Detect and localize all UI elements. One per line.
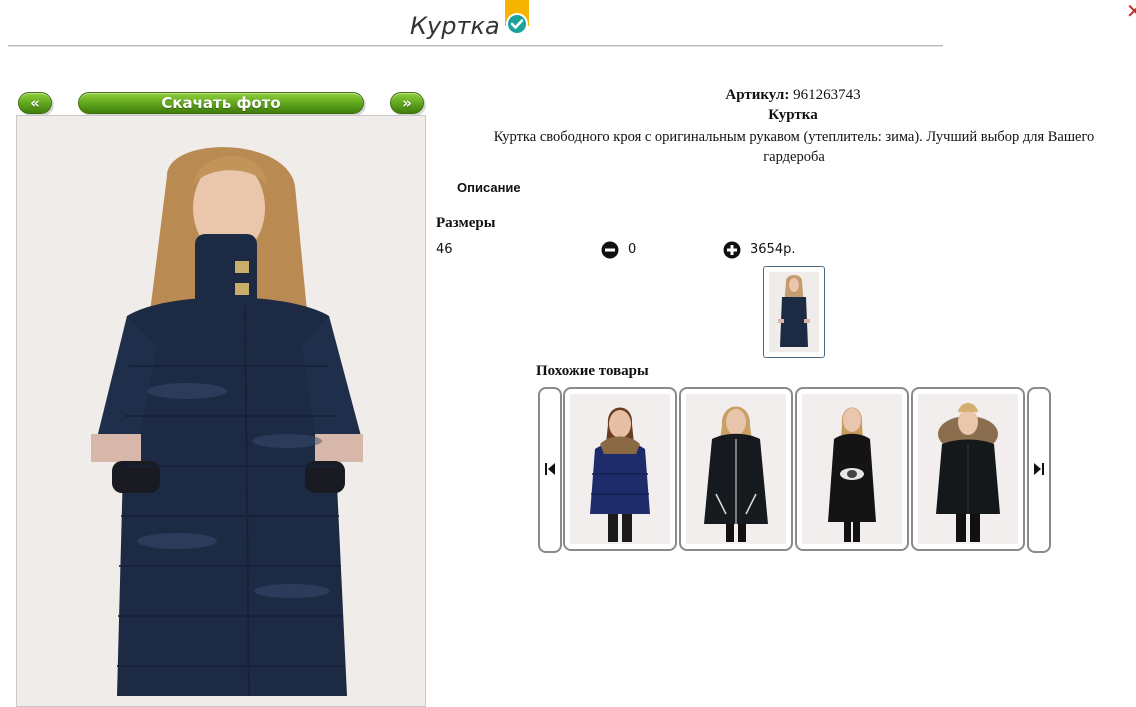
similar-product-image (918, 394, 1018, 544)
tab-description[interactable]: Описание (457, 180, 521, 195)
close-icon[interactable]: ✕ (1126, 1, 1136, 22)
verified-badge-icon (504, 0, 530, 38)
sku-label: Артикул: (725, 87, 790, 103)
product-description: Куртка свободного кроя с оригинальным ру… (493, 129, 1095, 165)
product-name: Куртка (768, 107, 818, 123)
page-title: Куртка (410, 12, 500, 40)
minus-circle-icon[interactable] (601, 241, 619, 259)
next-photo-button[interactable]: » (390, 92, 424, 114)
product-thumbnail[interactable] (763, 266, 825, 358)
similar-product-card[interactable] (679, 387, 793, 551)
size-value: 46 (436, 242, 453, 257)
similar-product-image (686, 394, 786, 544)
header-divider (8, 45, 943, 47)
similar-product-image (570, 394, 670, 544)
carousel-next-button[interactable] (1027, 387, 1051, 553)
download-photo-button[interactable]: Скачать фото (78, 92, 364, 114)
plus-circle-icon[interactable] (723, 241, 741, 259)
similar-product-image (802, 394, 902, 544)
skip-forward-icon (1034, 463, 1044, 475)
quantity-value: 0 (628, 242, 637, 257)
similar-product-card[interactable] (563, 387, 677, 551)
similar-products-heading: Похожие товары (536, 363, 649, 379)
similar-product-card[interactable] (795, 387, 909, 551)
sizes-heading: Размеры (436, 215, 496, 231)
price-value: 3654р. (750, 242, 796, 257)
skip-back-icon (545, 463, 555, 475)
sku-line: Артикул: 961263743 (560, 87, 1026, 104)
prev-photo-button[interactable]: « (18, 92, 52, 114)
sku-value: 961263743 (793, 87, 861, 103)
carousel-prev-button[interactable] (538, 387, 562, 553)
similar-product-card[interactable] (911, 387, 1025, 551)
main-product-photo[interactable] (16, 115, 426, 707)
